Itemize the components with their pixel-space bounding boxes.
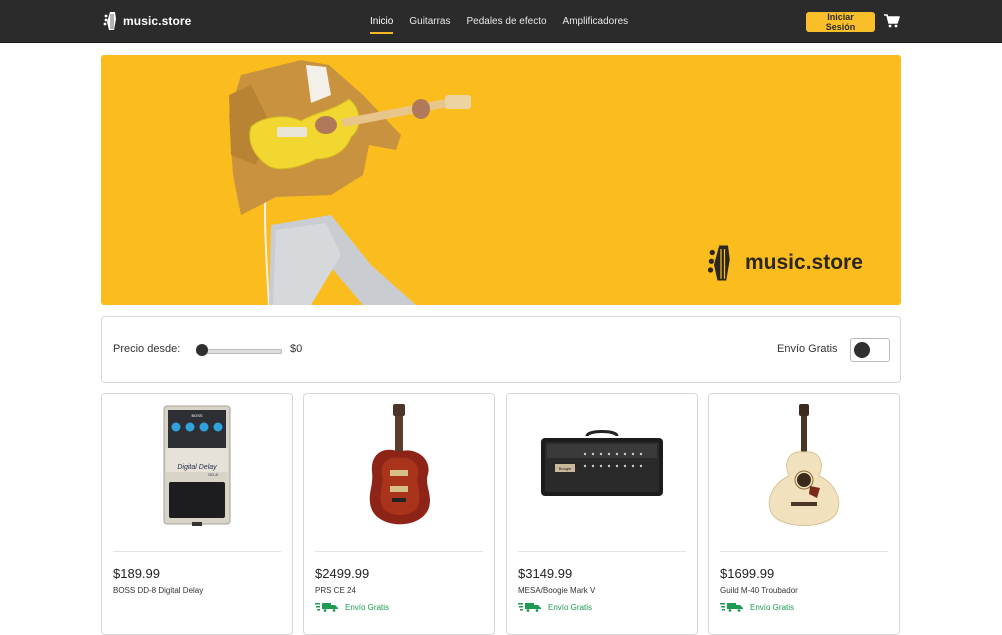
card-divider — [113, 551, 281, 552]
free-shipping-badge: Envío Gratis — [315, 602, 389, 612]
login-button[interactable]: Iniciar Sesión — [806, 12, 875, 32]
hero-banner: music.store — [101, 55, 901, 305]
shipping-truck-icon — [518, 603, 541, 612]
product-title[interactable]: Guild M-40 Troubador — [720, 586, 798, 595]
nav-item-guitarras[interactable]: Guitarras — [409, 12, 450, 31]
main-nav: Inicio Guitarras Pedales de efecto Ampli… — [370, 0, 644, 42]
nav-item-pedales[interactable]: Pedales de efecto — [466, 12, 546, 31]
filter-bar: Precio desde: $0 Envío Gratis — [101, 316, 901, 383]
product-price: $1699.99 — [720, 566, 775, 581]
guitar-headstock-logo-icon — [103, 12, 116, 30]
electric-guitar-image — [369, 404, 430, 525]
free-shipping-label: Envío Gratis — [777, 343, 838, 355]
amp-head-image: Boogie — [541, 430, 663, 496]
brand-name: music.store — [123, 14, 192, 28]
nav-item-inicio[interactable]: Inicio — [370, 12, 394, 34]
brand-link[interactable]: music.store — [103, 11, 191, 31]
product-card[interactable]: $2499.99 PRS CE 24 Envío Gratis — [303, 393, 495, 635]
card-divider — [720, 551, 888, 552]
product-price: $2499.99 — [315, 566, 370, 581]
free-shipping-badge: Envío Gratis — [518, 602, 592, 612]
product-title[interactable]: MESA/Boogie Mark V — [518, 586, 595, 595]
product-title[interactable]: PRS CE 24 — [315, 586, 356, 595]
card-divider — [518, 551, 686, 552]
free-shipping-toggle[interactable] — [850, 338, 890, 362]
product-card[interactable]: $1699.99 Guild M-40 Troubador Envío Grat… — [708, 393, 900, 635]
card-divider — [315, 551, 483, 552]
free-shipping-badge: Envío Gratis — [720, 602, 794, 612]
pedal-brand-text: BOSS — [191, 413, 202, 418]
amp-badge-text: Boogie — [559, 466, 572, 471]
toggle-knob — [854, 342, 870, 358]
pedal-code-text: DD-8 — [208, 472, 218, 477]
shipping-truck-icon — [315, 603, 338, 612]
shipping-truck-icon — [720, 603, 743, 612]
free-shipping-text: Envío Gratis — [345, 602, 390, 612]
product-price: $3149.99 — [518, 566, 573, 581]
navbar: music.store Inicio Guitarras Pedales de … — [0, 0, 1002, 43]
product-price: $189.99 — [113, 566, 160, 581]
price-filter-label: Precio desde: — [113, 343, 181, 355]
hero-brand: music.store — [707, 243, 863, 283]
product-card[interactable]: BOSS Digital Delay DD-8 $189.99 BOSS DD-… — [101, 393, 293, 635]
acoustic-guitar-image — [768, 404, 840, 526]
pedal-model-text: Digital Delay — [177, 464, 217, 471]
delay-pedal-image: BOSS Digital Delay DD-8 — [163, 405, 231, 526]
guitar-headstock-logo-icon — [707, 245, 730, 281]
nav-item-amplificadores[interactable]: Amplificadores — [563, 12, 629, 31]
product-title[interactable]: BOSS DD-8 Digital Delay — [113, 586, 203, 595]
price-slider-track — [196, 349, 282, 354]
free-shipping-text: Envío Gratis — [750, 602, 795, 612]
shopping-cart-icon[interactable] — [884, 14, 900, 28]
price-slider-thumb[interactable] — [196, 344, 208, 356]
product-card[interactable]: Boogie $3149.99 MESA/Boogie Mark V Envío… — [506, 393, 698, 635]
free-shipping-text: Envío Gratis — [548, 602, 593, 612]
hero-brand-name: music.store — [745, 251, 863, 274]
price-filter-value: $0 — [290, 343, 303, 355]
price-slider[interactable] — [196, 343, 282, 357]
